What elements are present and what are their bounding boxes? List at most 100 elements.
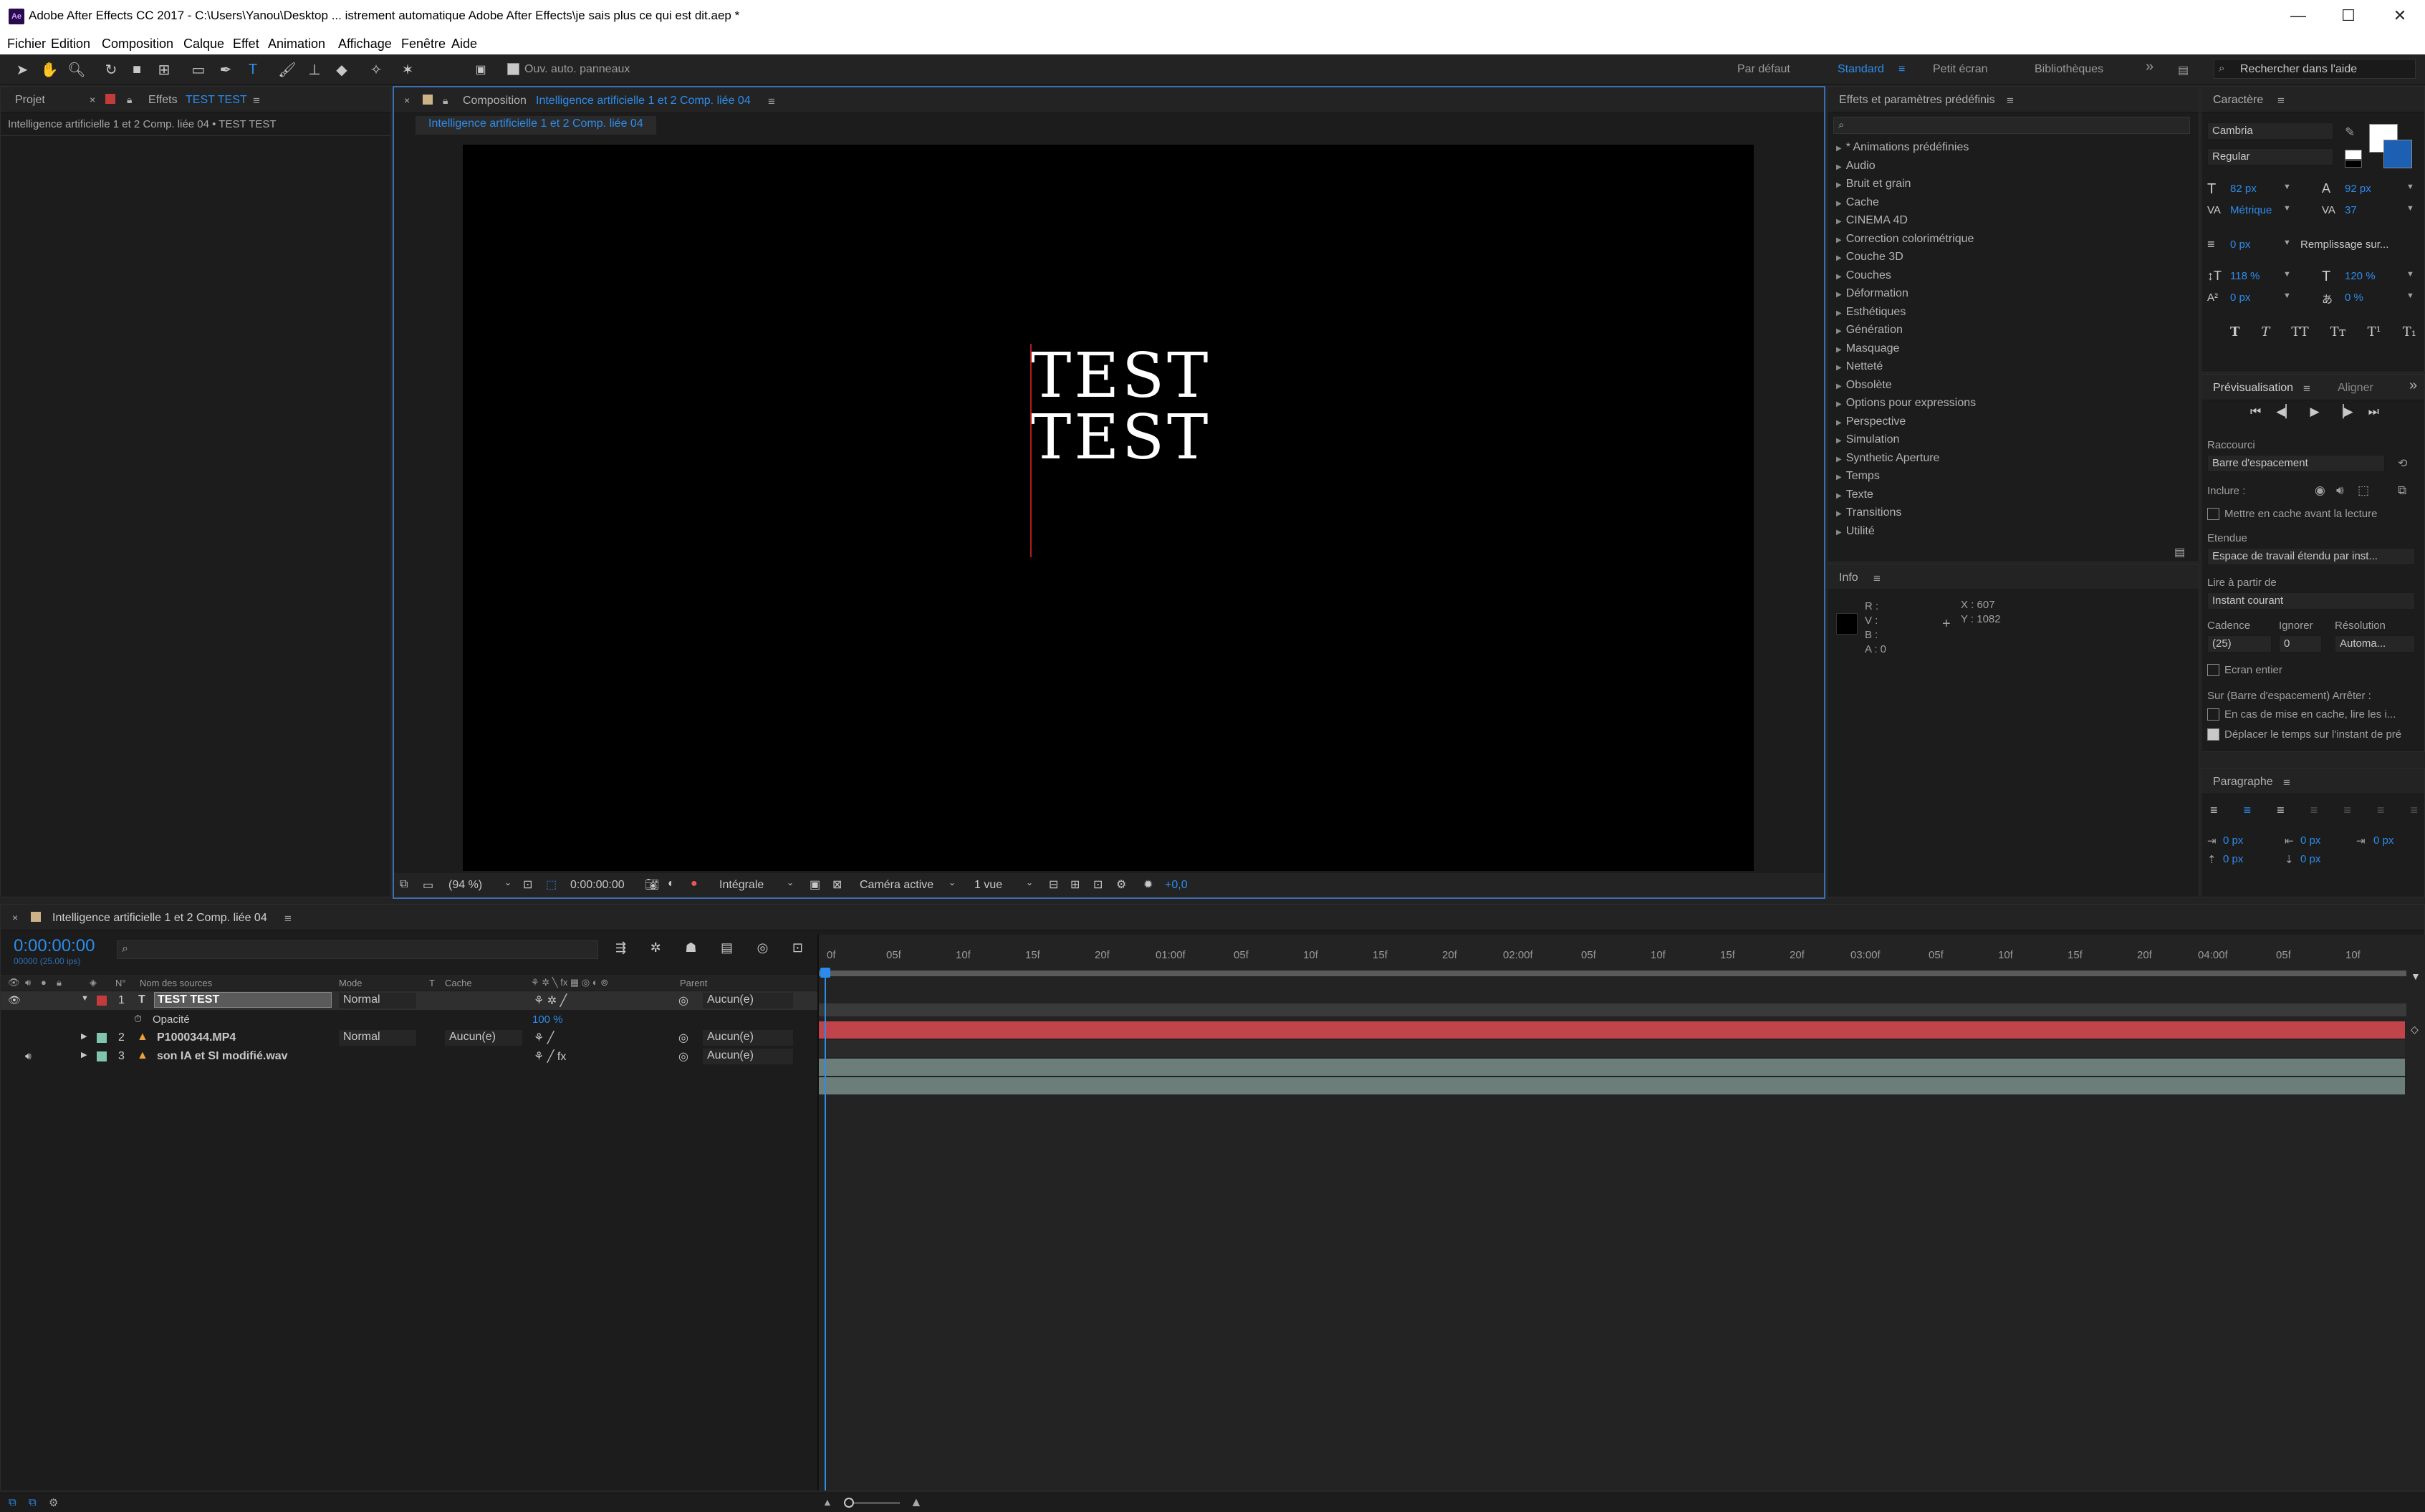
dropdown-icon[interactable]: ▼ [2283, 292, 2291, 300]
layer-mode-select[interactable]: Normal [339, 993, 416, 1008]
effects-category[interactable]: Simulation [1836, 433, 1900, 446]
effects-panel-menu-icon[interactable]: ≡ [2007, 94, 2014, 108]
info-panel-menu-icon[interactable]: ≡ [1873, 572, 1881, 586]
views-dropdown-icon[interactable]: ⌄ [1026, 877, 1033, 887]
menu-fichier[interactable]: Fichier [7, 37, 46, 52]
resolution-select[interactable]: Automa... [2335, 635, 2415, 653]
faux-italic-button[interactable]: T [2261, 324, 2270, 340]
resolution-select[interactable]: Intégrale [719, 879, 764, 892]
hand-tool-icon[interactable]: ✋ [40, 60, 59, 79]
indent-left-value[interactable]: 0 px [2223, 834, 2243, 847]
motion-blur-icon[interactable]: ◎ [757, 940, 769, 955]
menu-aide[interactable]: Aide [451, 37, 477, 52]
time-graph[interactable]: ▼ ◇ [817, 935, 2425, 1491]
close-comp-tab-icon[interactable]: × [404, 95, 410, 106]
timeline-icon[interactable]: ⊡ [1093, 877, 1103, 892]
more-workspaces-icon[interactable]: » [2146, 59, 2153, 75]
table-row[interactable]: ▶ 2 ▲ P1000344.MP4 Normal Aucun(e) ⚘ ╱ ◎… [1, 1029, 817, 1047]
layer-label-color[interactable] [97, 996, 107, 1006]
more-panels-icon[interactable]: » [2409, 377, 2417, 394]
first-frame-icon[interactable]: ⏮ [2250, 405, 2261, 419]
include-overlays-icon[interactable]: ⬚ [2358, 483, 2369, 498]
tab-composition-label[interactable]: Composition [463, 95, 527, 107]
comp-panel-menu-icon[interactable]: ≡ [768, 95, 775, 109]
layer-label-color[interactable] [97, 1033, 107, 1043]
include-audio-icon[interactable]: 🔊︎ [2336, 483, 2344, 498]
framerate-select[interactable]: (25) [2207, 635, 2272, 653]
effects-category[interactable]: Couches [1836, 269, 1891, 282]
layer-mode-select[interactable]: Normal [339, 1030, 416, 1046]
current-time-indicator[interactable] [825, 971, 826, 1491]
layer-name[interactable]: TEST TEST [154, 992, 332, 1008]
panel-toggle-icon[interactable]: ▣ [471, 60, 490, 79]
effects-category[interactable]: * Animations prédéfinies [1836, 141, 1969, 154]
timeline-menu-icon[interactable]: ≡ [284, 912, 292, 926]
reset-exposure-icon[interactable]: ✹ [1143, 877, 1153, 892]
flowchart-icon[interactable]: ⚙︎ [1116, 877, 1126, 892]
menu-effet[interactable]: Effet [233, 37, 259, 52]
workspace-libraries[interactable]: Bibliothèques [2035, 63, 2103, 76]
expand-layer-icon[interactable]: ▼ [81, 994, 89, 1003]
dropdown-icon[interactable]: ▼ [2283, 183, 2291, 191]
in-out-toggle-icon[interactable]: ⚙︎ [49, 1496, 58, 1509]
stroke-mode-select[interactable]: Remplissage sur... [2300, 239, 2388, 251]
move-time-checkbox[interactable] [2207, 728, 2219, 741]
zoom-out-icon[interactable]: ▲ [822, 1496, 832, 1508]
eyedropper-icon[interactable]: ✎ [2345, 125, 2355, 140]
all-caps-button[interactable]: TT [2291, 324, 2308, 340]
type-tool-icon[interactable]: T [244, 60, 262, 79]
kerning-value[interactable]: Métrique [2230, 204, 2272, 216]
superscript-button[interactable]: T¹ [2368, 324, 2381, 340]
dropdown-icon[interactable]: ▼ [2283, 204, 2291, 213]
time-ruler[interactable] [819, 976, 2406, 1003]
effects-search-input[interactable]: ⌕ [1833, 117, 2190, 134]
range-select[interactable]: Espace de travail étendu par inst... [2207, 548, 2415, 565]
comp-flowchart-icon[interactable]: ⇶ [615, 940, 626, 955]
tab-effects[interactable]: Effets [148, 94, 178, 107]
layer-bar-2[interactable] [819, 1059, 2405, 1076]
effects-category[interactable]: Perspective [1836, 415, 1906, 428]
justify-center-icon[interactable]: ≡ [2343, 803, 2351, 818]
effects-category[interactable]: Synthetic Aperture [1836, 452, 1940, 465]
effects-category[interactable]: Utilité [1836, 525, 1875, 538]
effects-category[interactable]: Correction colorimétrique [1836, 233, 1974, 246]
dropdown-icon[interactable]: ▼ [2283, 239, 2291, 247]
dropdown-icon[interactable]: ▼ [2406, 204, 2414, 213]
effects-category[interactable]: Transitions [1836, 506, 1902, 519]
align-right-icon[interactable]: ≡ [2277, 803, 2285, 818]
effects-category[interactable]: Options pour expressions [1836, 397, 1976, 410]
playhead-handle[interactable] [820, 968, 830, 978]
work-area-end-icon[interactable]: ▼ [2411, 971, 2421, 982]
graph-editor-icon[interactable]: ⊡ [792, 940, 803, 955]
effects-category[interactable]: Déformation [1836, 287, 1908, 300]
zoom-in-icon[interactable]: ▲ [910, 1495, 923, 1510]
skip-select[interactable]: 0 [2279, 635, 2322, 653]
pick-whip-icon[interactable]: ◎ [678, 1031, 688, 1045]
character-panel-menu-icon[interactable]: ≡ [2277, 94, 2285, 108]
layer-bar-1[interactable] [819, 1021, 2405, 1039]
zoom-level[interactable]: (94 %) [448, 879, 482, 892]
roto-brush-tool-icon[interactable]: ✧ [367, 60, 385, 79]
leading-value[interactable]: 92 px [2345, 183, 2371, 195]
region-of-interest-icon[interactable]: ▣ [810, 877, 820, 892]
white-swatch[interactable] [2345, 150, 2362, 160]
always-preview-icon[interactable]: ⧉ [400, 878, 408, 891]
layer-parent-select[interactable]: Aucun(e) [703, 1049, 793, 1064]
layer-cache-select[interactable]: Aucun(e) [445, 1030, 522, 1046]
indent-right-value[interactable]: 0 px [2300, 834, 2320, 847]
comp-text-line2[interactable]: TEST [1030, 407, 1211, 468]
effects-target-layer[interactable]: TEST TEST [186, 94, 247, 107]
keyframe-nav-icon[interactable]: ◇ [2411, 1024, 2419, 1036]
layer-bar-3[interactable] [819, 1077, 2405, 1094]
pan-behind-tool-icon[interactable]: ⊞ [155, 60, 173, 79]
menu-animation[interactable]: Animation [268, 37, 325, 52]
minimize-icon[interactable]: — [2282, 4, 2314, 27]
property-value[interactable]: 100 % [532, 1013, 563, 1026]
workspace-standard[interactable]: Standard [1838, 63, 1884, 76]
camera-dropdown-icon[interactable]: ⌄ [949, 877, 956, 887]
shortcut-select[interactable]: Barre d'espacement [2207, 455, 2385, 472]
small-caps-button[interactable]: Tт [2330, 324, 2346, 340]
play-from-select[interactable]: Instant courant [2207, 592, 2415, 610]
zoom-tool-icon[interactable]: 🔍︎ [67, 60, 86, 79]
effects-category[interactable]: Texte [1836, 488, 1873, 501]
